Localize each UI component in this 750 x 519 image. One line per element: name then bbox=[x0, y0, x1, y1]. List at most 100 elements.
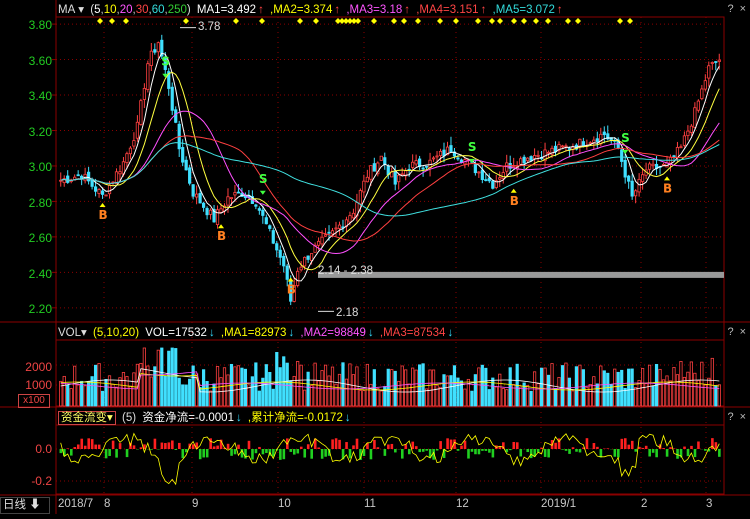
fund-bar bbox=[77, 444, 80, 449]
volume-bar bbox=[666, 376, 668, 406]
volume-bar bbox=[63, 376, 65, 406]
volume-indicator-menu[interactable]: VOL▾ bbox=[58, 327, 87, 339]
volume-bar bbox=[164, 376, 166, 406]
candle-body bbox=[126, 154, 128, 163]
fund-bar bbox=[349, 449, 352, 458]
fund-bar bbox=[105, 449, 108, 458]
candle-body bbox=[230, 198, 232, 199]
volume-bar bbox=[317, 381, 319, 406]
candle-body bbox=[108, 185, 110, 194]
volume-bar bbox=[157, 350, 159, 406]
candle-body bbox=[627, 176, 629, 181]
volume-bar bbox=[129, 386, 131, 406]
fund-bar bbox=[690, 446, 693, 449]
fund-bar bbox=[91, 439, 94, 449]
fund-bar bbox=[408, 449, 411, 454]
fund-bar bbox=[227, 444, 230, 449]
close-icon[interactable]: × bbox=[740, 411, 746, 423]
main-indicator-params: (5,10,20,30,60,250) bbox=[90, 4, 190, 16]
fund-bar bbox=[255, 449, 258, 453]
help-icon[interactable]: ? bbox=[727, 411, 733, 423]
fund-bar bbox=[676, 449, 679, 459]
close-icon[interactable]: × bbox=[740, 326, 746, 338]
volume-bar bbox=[115, 387, 117, 406]
volume-bar bbox=[401, 366, 403, 406]
candle-body bbox=[366, 177, 368, 181]
candle-body bbox=[519, 159, 521, 165]
fund-panel-frame bbox=[56, 425, 724, 494]
candle-body bbox=[276, 244, 278, 250]
signal-diamond bbox=[617, 18, 623, 24]
volume-bar bbox=[122, 372, 124, 406]
price-tick: 3.20 bbox=[0, 125, 52, 139]
candle-body bbox=[565, 146, 567, 147]
help-icon[interactable]: ? bbox=[727, 326, 733, 338]
volume-bar bbox=[303, 390, 305, 406]
volume-bar bbox=[471, 391, 473, 406]
main-indicator-menu[interactable]: MA▾ bbox=[58, 4, 84, 16]
candle-body bbox=[652, 164, 654, 165]
candle-body bbox=[101, 191, 103, 195]
fund-bar bbox=[474, 449, 477, 454]
candle-body bbox=[220, 209, 222, 213]
close-icon[interactable]: × bbox=[740, 3, 746, 15]
ma1-value: MA1=3.492↑ bbox=[197, 4, 264, 16]
candle-body bbox=[683, 136, 685, 146]
ma4-value: ,MA4=3.151↑ bbox=[416, 4, 486, 16]
candle-body bbox=[87, 172, 89, 181]
volume-bar bbox=[265, 365, 267, 406]
fund-bar bbox=[492, 449, 495, 457]
candle-body bbox=[105, 195, 107, 196]
fund-bar bbox=[631, 441, 634, 449]
candle-body bbox=[401, 174, 403, 175]
volume-bar bbox=[561, 366, 563, 406]
period-selector[interactable]: 日线 ⬇ bbox=[0, 497, 50, 514]
candle-body bbox=[457, 158, 459, 159]
fund-bar bbox=[621, 439, 624, 449]
fund-bar bbox=[586, 438, 589, 449]
fund-bar bbox=[460, 446, 463, 449]
signal-diamond bbox=[533, 18, 539, 24]
candle-body bbox=[530, 157, 532, 161]
volume-bar bbox=[711, 358, 713, 406]
fund-bar bbox=[666, 449, 669, 457]
candle-body bbox=[188, 168, 190, 183]
signal-diamond bbox=[97, 18, 103, 24]
fund-bar bbox=[154, 439, 157, 449]
fund-bar bbox=[439, 441, 442, 449]
fund-bar bbox=[265, 449, 268, 453]
fund-bar bbox=[607, 448, 610, 449]
candle-body bbox=[317, 241, 319, 245]
price-tick: 3.40 bbox=[0, 89, 52, 103]
fund-bar bbox=[579, 449, 582, 452]
candle-body bbox=[718, 60, 720, 61]
buy-signal: B bbox=[217, 229, 226, 243]
fund-bar bbox=[377, 447, 380, 449]
fund-bar bbox=[321, 449, 324, 459]
help-icon[interactable]: ? bbox=[727, 3, 733, 15]
fund-bar bbox=[73, 447, 76, 449]
volume-bar bbox=[547, 375, 549, 406]
candle-body bbox=[140, 101, 142, 125]
volume-bar bbox=[474, 375, 476, 406]
fund-bar bbox=[230, 449, 233, 456]
candle-body bbox=[561, 146, 563, 147]
fund-bar bbox=[373, 440, 376, 449]
volume-bar bbox=[627, 369, 629, 406]
volume-bar bbox=[683, 377, 685, 406]
fund-flow-menu[interactable]: 资金流变▾ bbox=[58, 411, 116, 425]
volume-bar bbox=[690, 362, 692, 406]
signal-diamond bbox=[297, 18, 303, 24]
fund-bar bbox=[509, 449, 512, 450]
signal-diamond bbox=[437, 18, 443, 24]
candle-body bbox=[648, 164, 650, 169]
fund-bar bbox=[547, 449, 550, 457]
volume-bar bbox=[551, 364, 553, 406]
fund-bar bbox=[317, 447, 320, 449]
candle-body bbox=[286, 266, 288, 279]
fund-bar bbox=[94, 445, 97, 449]
candle-body bbox=[492, 181, 494, 188]
volume-bar bbox=[202, 370, 204, 406]
fund-bar bbox=[694, 449, 697, 457]
volume-bar bbox=[600, 366, 602, 406]
